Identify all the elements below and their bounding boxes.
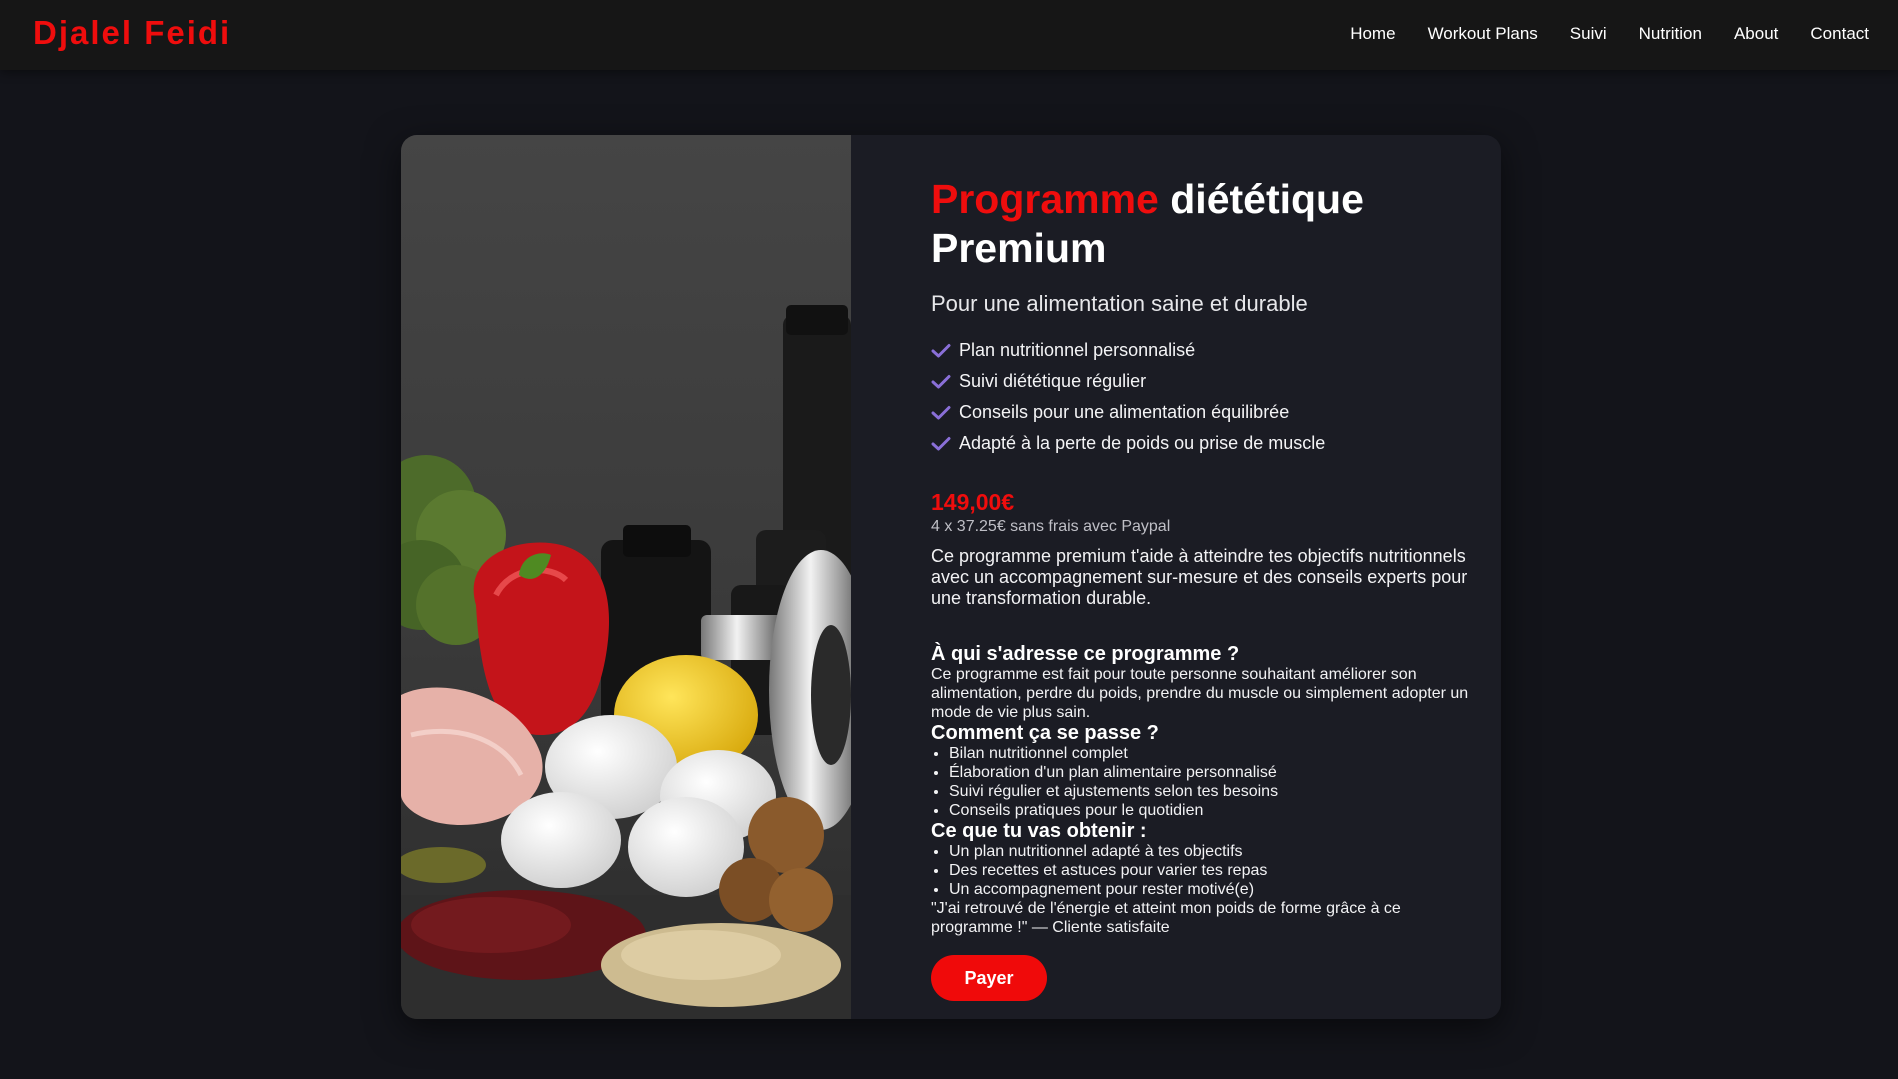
check-icon: [931, 436, 951, 450]
nav-link-contact[interactable]: Contact: [1810, 24, 1869, 44]
nav-link-nutrition[interactable]: Nutrition: [1639, 24, 1702, 44]
feature-text: Plan nutritionnel personnalisé: [959, 340, 1196, 360]
feature-item: Suivi diététique régulier: [931, 366, 1471, 397]
feature-text: Adapté à la perte de poids ou prise de m…: [959, 433, 1326, 453]
main-nav: Home Workout Plans Suivi Nutrition About…: [1350, 24, 1869, 44]
feature-item: Adapté à la perte de poids ou prise de m…: [931, 428, 1471, 459]
program-card: Programme diététique Premium Pour une al…: [401, 135, 1501, 1019]
process-item: Suivi régulier et ajustements selon tes …: [949, 782, 1471, 801]
process-heading: Comment ça se passe ?: [931, 722, 1159, 744]
audience-heading: À qui s'adresse ce programme ?: [931, 643, 1240, 665]
benefit-item: Un plan nutritionnel adapté à tes object…: [949, 842, 1471, 861]
testimonial: "J'ai retrouvé de l'énergie et atteint m…: [931, 900, 1401, 936]
check-icon: [931, 405, 951, 419]
nav-link-suivi[interactable]: Suivi: [1570, 24, 1607, 44]
process-item: Conseils pratiques pour le quotidien: [949, 801, 1471, 820]
nav-link-about[interactable]: About: [1734, 24, 1778, 44]
price: 149,00€: [931, 489, 1015, 515]
process-item: Bilan nutritionnel complet: [949, 744, 1471, 763]
process-item: Élaboration d'un plan alimentaire person…: [949, 763, 1471, 782]
process-list: Bilan nutritionnel complet Élaboration d…: [931, 744, 1471, 820]
installments-note: 4 x 37.25€ sans frais avec Paypal: [931, 518, 1171, 535]
check-icon: [931, 343, 951, 357]
program-title-accent: Programme: [931, 176, 1159, 222]
program-subtitle: Pour une alimentation saine et durable: [931, 291, 1308, 316]
feature-list: Plan nutritionnel personnalisé Suivi dié…: [931, 335, 1471, 459]
benefit-item: Des recettes et astuces pour varier tes …: [949, 861, 1471, 880]
feature-text: Suivi diététique régulier: [959, 371, 1147, 391]
brand-logo[interactable]: Djalel Feidi: [33, 14, 231, 52]
program-details: Programme diététique Premium Pour une al…: [931, 175, 1471, 1001]
pay-button[interactable]: Payer: [931, 955, 1047, 1001]
audience-text: Ce programme est fait pour toute personn…: [931, 666, 1469, 721]
top-navbar: Djalel Feidi Home Workout Plans Suivi Nu…: [0, 0, 1898, 70]
benefit-item: Un accompagnement pour rester motivé(e): [949, 880, 1471, 899]
benefits-heading: Ce que tu vas obtenir :: [931, 820, 1147, 842]
feature-item: Conseils pour une alimentation équilibré…: [931, 397, 1471, 428]
nav-link-home[interactable]: Home: [1350, 24, 1395, 44]
benefits-list: Un plan nutritionnel adapté à tes object…: [931, 842, 1471, 899]
feature-text: Conseils pour une alimentation équilibré…: [959, 402, 1290, 422]
nutrition-food-photo: [401, 135, 851, 1019]
check-icon: [931, 374, 951, 388]
food-photo-illustration: [401, 135, 851, 1019]
program-title: Programme diététique Premium: [931, 175, 1471, 273]
feature-item: Plan nutritionnel personnalisé: [931, 335, 1471, 366]
nav-link-workout-plans[interactable]: Workout Plans: [1428, 24, 1538, 44]
program-description: Ce programme premium t'aide à atteindre …: [931, 546, 1468, 608]
